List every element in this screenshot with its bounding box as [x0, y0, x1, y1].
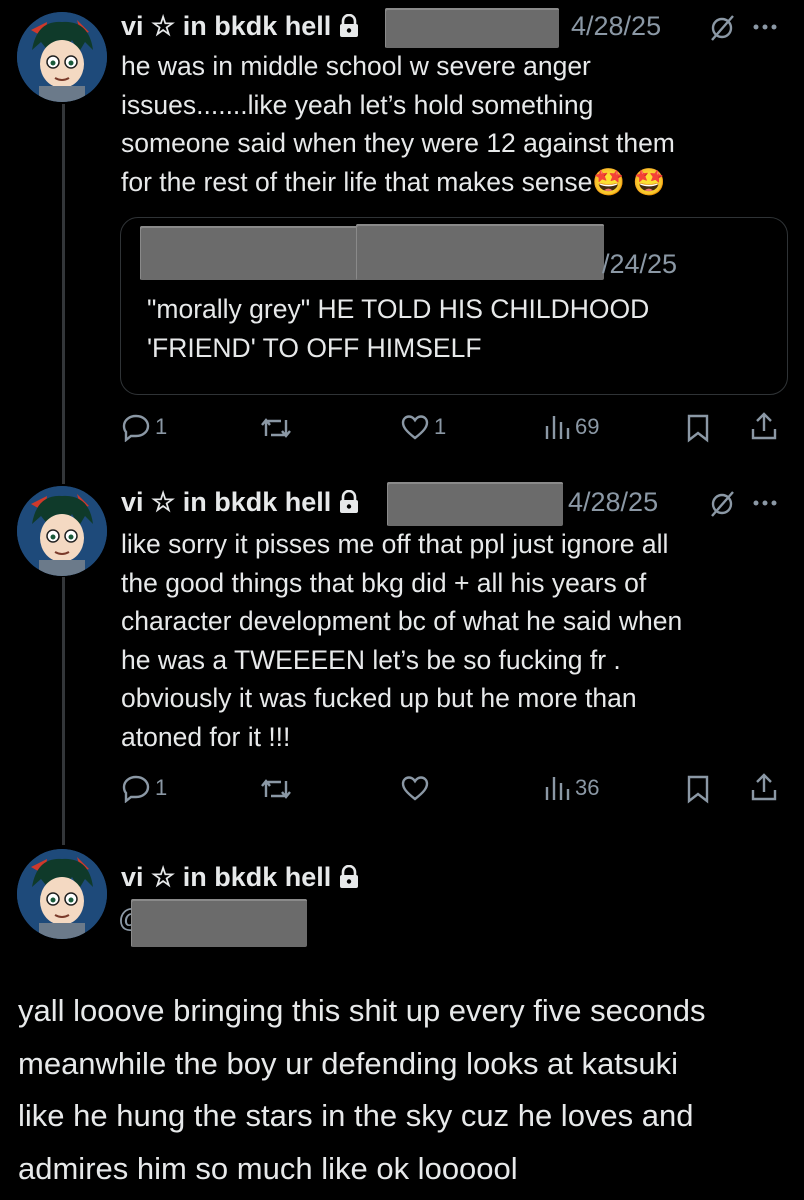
post-header: vi ☆ in bkdk hell: [121, 485, 359, 519]
author-name[interactable]: vi ☆ in bkdk hell: [121, 485, 331, 519]
redacted-handle: [387, 482, 563, 526]
thread-line: [62, 104, 65, 484]
avatar[interactable]: [17, 12, 107, 102]
author-name[interactable]: vi ☆ in bkdk hell: [121, 860, 331, 894]
post-text: like sorry it pisses me off that ppl jus…: [121, 525, 791, 757]
quote-text: "morally grey" HE TOLD HIS CHILDHOOD 'FR…: [147, 290, 767, 367]
main-post-text: yall looove bringing this shit up every …: [18, 985, 798, 1195]
quote-date: /24/25: [602, 249, 678, 279]
avatar-image: [17, 486, 107, 576]
share-icon: [751, 412, 777, 440]
heart-icon: [401, 415, 429, 440]
repost-button[interactable]: [259, 775, 293, 803]
reply-button[interactable]: 1: [121, 773, 167, 803]
bookmark-icon: [687, 775, 709, 804]
text-line: like he hung the stars in the sky cuz he…: [18, 1098, 694, 1133]
avatar[interactable]: [17, 486, 107, 576]
text-line: atoned for it !!!: [121, 721, 291, 752]
lock-icon: [339, 865, 359, 889]
text-line: the good things that bkg did + all his y…: [121, 567, 647, 598]
redacted-quote-author: [140, 226, 360, 280]
view-count: 69: [575, 414, 600, 439]
text-line: for the rest of their life that makes se…: [121, 166, 666, 197]
quote-line: "morally grey" HE TOLD HIS CHILDHOOD: [147, 294, 650, 324]
share-icon: [751, 773, 777, 801]
thread-line: [62, 577, 65, 845]
post-date[interactable]: 4/28/25: [568, 485, 658, 519]
post-date[interactable]: 4/28/25: [571, 9, 661, 43]
redacted-handle: [131, 899, 307, 947]
more-icon[interactable]: [752, 23, 778, 31]
text-line: meanwhile the boy ur defending looks at …: [18, 1045, 679, 1081]
grok-icon[interactable]: [708, 490, 736, 518]
views-button[interactable]: 36: [543, 775, 599, 801]
lock-icon: [339, 14, 359, 38]
share-button[interactable]: [750, 772, 778, 802]
repost-icon: [261, 418, 291, 438]
bookmark-button[interactable]: [686, 774, 710, 804]
reply-icon: [122, 775, 150, 803]
post-text: he was in middle school w severe anger i…: [121, 47, 791, 201]
author-name[interactable]: vi ☆ in bkdk hell: [121, 9, 331, 43]
share-button[interactable]: [750, 411, 778, 441]
repost-button[interactable]: [259, 414, 293, 442]
text-line: issues.......like yeah let’s hold someth…: [121, 89, 594, 120]
avatar-image: [17, 12, 107, 102]
text-line: he was in middle school w severe anger: [121, 51, 591, 81]
like-count: 1: [434, 414, 447, 439]
views-icon: [545, 777, 570, 800]
text-line: admires him so much like ok loooool: [18, 1150, 518, 1186]
like-button[interactable]: [400, 774, 430, 802]
heart-icon: [401, 776, 429, 801]
repost-icon: [261, 779, 291, 799]
post-header: vi ☆ in bkdk hell: [121, 860, 359, 894]
text-line: yall looove bringing this shit up every …: [18, 993, 706, 1028]
like-button[interactable]: 1: [400, 413, 446, 441]
views-icon: [545, 416, 570, 439]
redacted-handle: [385, 8, 559, 48]
text-line: obviously it was fucked up but he more t…: [121, 683, 637, 714]
avatar-image: [17, 849, 107, 939]
redacted-quote-handle: [356, 224, 604, 280]
view-count: 36: [575, 775, 600, 800]
avatar[interactable]: [17, 849, 107, 939]
text-line: character development bc of what he said…: [121, 606, 683, 637]
reply-icon: [122, 414, 150, 442]
grok-icon[interactable]: [708, 14, 736, 42]
bookmark-icon: [687, 414, 709, 443]
text-line: like sorry it pisses me off that ppl jus…: [121, 529, 669, 559]
reply-button[interactable]: 1: [121, 412, 167, 442]
text-line: he was a TWEEEEN let’s be so fucking fr …: [121, 644, 621, 675]
bookmark-button[interactable]: [686, 413, 710, 443]
reply-count: 1: [155, 414, 168, 439]
more-icon[interactable]: [752, 499, 778, 507]
quote-line: 'FRIEND' TO OFF HIMSELF: [147, 332, 482, 363]
post-header: vi ☆ in bkdk hell: [121, 9, 359, 43]
views-button[interactable]: 69: [543, 414, 599, 440]
reply-count: 1: [155, 775, 168, 800]
text-line: someone said when they were 12 against t…: [121, 128, 675, 159]
lock-icon: [339, 490, 359, 514]
